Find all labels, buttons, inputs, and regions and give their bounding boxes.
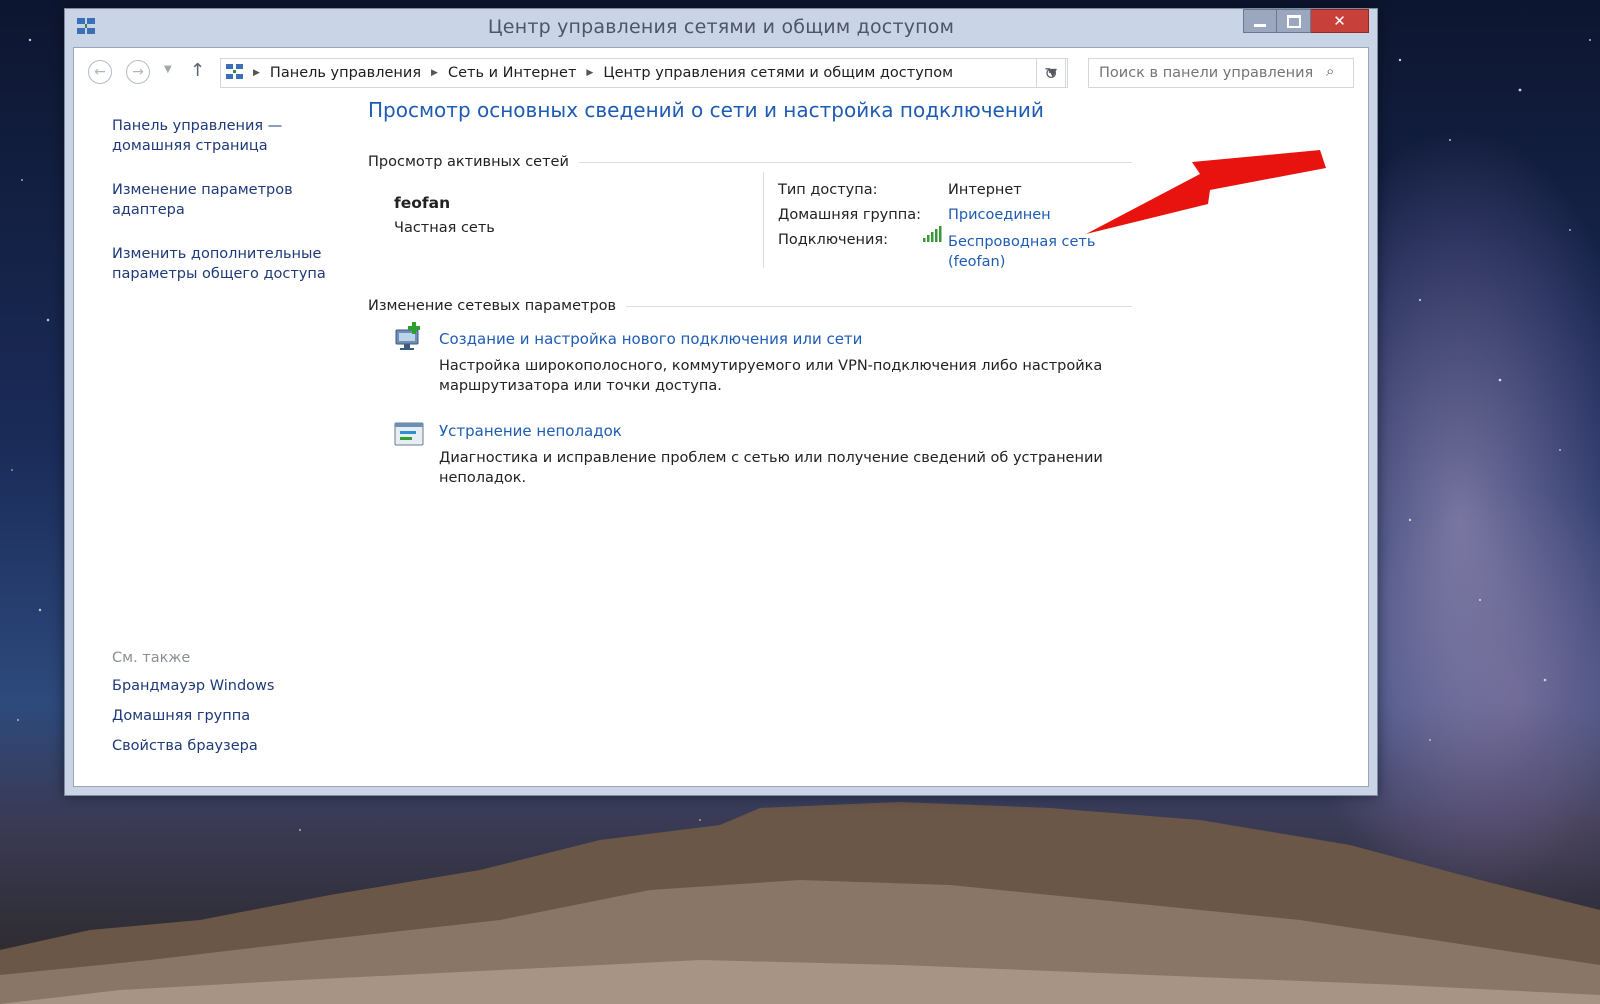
page-title: Просмотр основных сведений о сети и наст… — [368, 98, 1044, 122]
window-title: Центр управления сетями и общим доступом — [487, 16, 955, 38]
recent-locations-button[interactable]: ▼ — [164, 64, 172, 75]
troubleshooting-description: Диагностика и исправление проблем с сеть… — [439, 450, 1103, 486]
wireless-connection-link[interactable]: Беспроводная сеть (feofan) — [948, 232, 1095, 272]
breadcrumb-network-center[interactable]: Центр управления сетями и общим доступом — [603, 65, 953, 81]
network-location-icon — [226, 64, 243, 79]
window-client-area: ← → ▼ ↑ ▶ Панель управления ▶ Сеть и Инт… — [73, 47, 1369, 787]
search-input[interactable] — [1088, 58, 1354, 88]
troubleshoot-icon — [394, 422, 424, 446]
breadcrumb-separator-icon[interactable]: ▶ — [431, 68, 438, 78]
homegroup-label: Домашняя группа: — [778, 207, 921, 223]
wireless-connection-ssid: (feofan) — [948, 254, 1006, 270]
create-new-connection-description: Настройка широкополосного, коммутируемог… — [439, 358, 1103, 394]
wireless-connection-name: Беспроводная сеть — [948, 234, 1096, 250]
control-panel-home-link[interactable]: Панель управления — домашняя страница — [112, 116, 342, 156]
minimize-button[interactable] — [1243, 9, 1277, 33]
windows-firewall-link[interactable]: Брандмауэр Windows — [112, 676, 342, 696]
section-divider — [578, 161, 1132, 163]
section-divider — [626, 305, 1132, 307]
left-navigation-pane: Панель управления — домашняя страница Из… — [112, 116, 342, 308]
active-networks-header-label: Просмотр активных сетей — [368, 154, 569, 170]
homegroup-link[interactable]: Домашняя группа — [112, 706, 342, 726]
vertical-divider — [763, 172, 764, 268]
up-arrow-icon: ↑ — [190, 60, 206, 81]
breadcrumb-separator-icon[interactable]: ▶ — [586, 68, 593, 78]
access-type-value: Интернет — [948, 182, 1022, 198]
change-adapter-settings-link[interactable]: Изменение параметров адаптера — [112, 180, 342, 220]
maximize-icon — [1286, 14, 1301, 28]
network-name: feofan — [394, 194, 451, 212]
active-networks-header: Просмотр активных сетей — [368, 154, 1132, 170]
access-type-label: Тип доступа: — [778, 182, 878, 198]
see-also-section: См. также Брандмауэр Windows Домашняя гр… — [112, 650, 342, 766]
forward-arrow-icon: → — [132, 64, 144, 80]
chevron-down-icon: ▼ — [164, 64, 172, 75]
breadcrumb-control-panel[interactable]: Панель управления — [270, 65, 421, 81]
forward-button[interactable]: → — [126, 60, 150, 84]
change-settings-header: Изменение сетевых параметров — [368, 298, 1132, 314]
close-button[interactable]: ✕ — [1311, 9, 1369, 33]
close-icon: ✕ — [1333, 12, 1346, 30]
browser-properties-link[interactable]: Свойства браузера — [112, 736, 342, 756]
search-icon[interactable]: ⌕ — [1326, 62, 1334, 80]
advanced-sharing-settings-link[interactable]: Изменить дополнительные параметры общего… — [112, 244, 342, 284]
navigation-bar: ← → ▼ ↑ ▶ Панель управления ▶ Сеть и Инт… — [74, 48, 1368, 98]
back-button[interactable]: ← — [88, 60, 112, 84]
maximize-button[interactable] — [1277, 9, 1311, 33]
change-settings-header-label: Изменение сетевых параметров — [368, 298, 617, 314]
title-bar[interactable]: Центр управления сетями и общим доступом… — [65, 9, 1377, 47]
wifi-signal-icon — [923, 226, 942, 242]
wallpaper-rocks — [0, 802, 1600, 1004]
new-connection-icon — [395, 322, 420, 350]
network-center-window: Центр управления сетями и общим доступом… — [64, 8, 1378, 796]
connections-label: Подключения: — [778, 232, 889, 248]
refresh-icon: ↻ — [1044, 63, 1058, 83]
homegroup-joined-link[interactable]: Присоединен — [948, 207, 1051, 223]
up-button[interactable]: ↑ — [190, 60, 205, 81]
breadcrumb-network-internet[interactable]: Сеть и Интернет — [448, 65, 576, 81]
see-also-header: См. также — [112, 650, 191, 666]
address-bar[interactable]: ▶ Панель управления ▶ Сеть и Интернет ▶ … — [220, 58, 1068, 88]
create-new-connection-link[interactable]: Создание и настройка нового подключения … — [439, 330, 862, 348]
network-type: Частная сеть — [394, 220, 495, 236]
back-arrow-icon: ← — [94, 64, 106, 80]
troubleshooting-link[interactable]: Устранение неполадок — [439, 422, 622, 440]
minimize-icon — [1254, 23, 1266, 27]
breadcrumb-separator-icon: ▶ — [253, 68, 260, 78]
refresh-button[interactable]: ↻ — [1036, 58, 1066, 88]
